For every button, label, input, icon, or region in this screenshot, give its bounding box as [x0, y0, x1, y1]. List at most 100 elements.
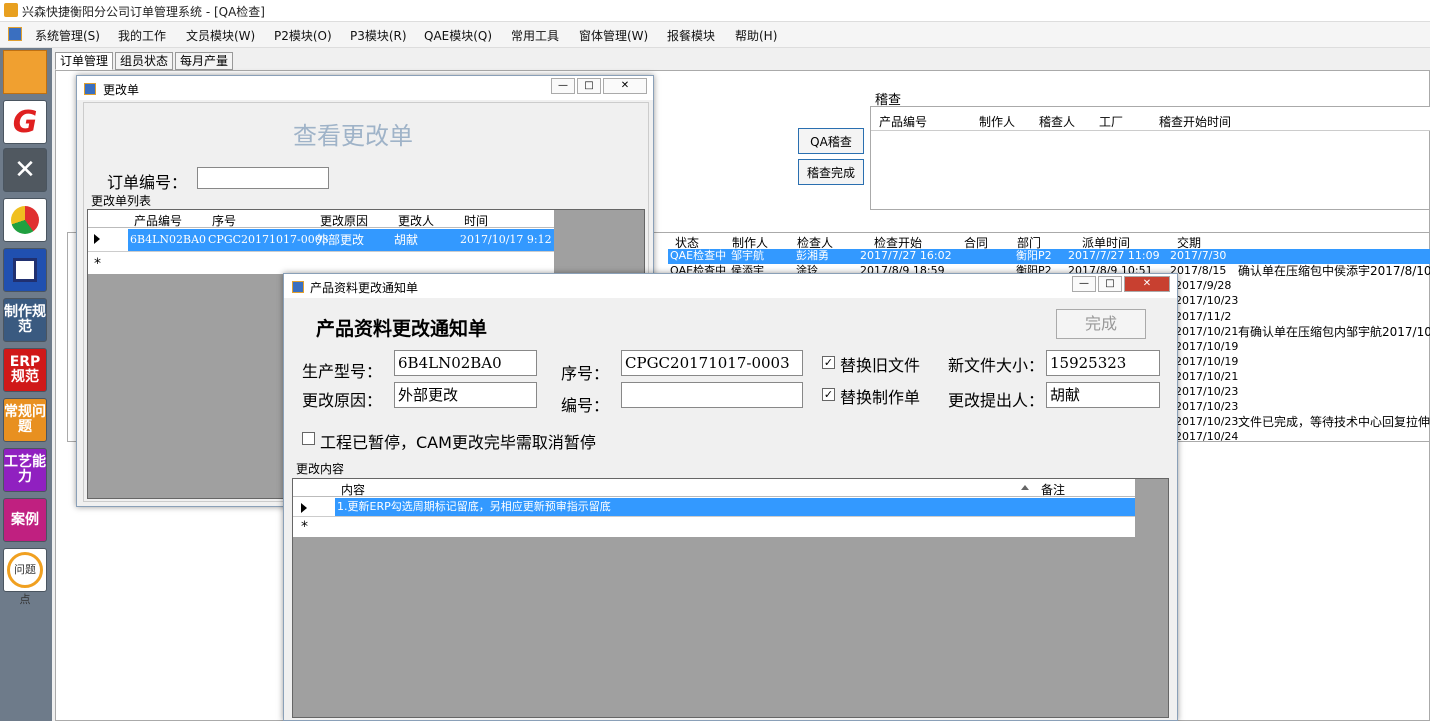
- menu-window[interactable]: 窗体管理(W): [579, 27, 648, 44]
- replace-old-checkbox[interactable]: ✓: [822, 356, 835, 369]
- change-list-label: 更改单列表: [91, 194, 152, 208]
- done-button[interactable]: 完成: [1056, 309, 1146, 339]
- sidebar-item-process[interactable]: 工艺能力: [3, 448, 47, 492]
- window-title: 兴森快捷衡阳分公司订单管理系统 - [QA检查]: [22, 5, 265, 19]
- tools-icon[interactable]: ✕: [3, 148, 47, 192]
- change-window-heading: 查看更改单: [293, 122, 413, 150]
- sidebar-item-issues-label: 问题点: [7, 552, 43, 606]
- row12-note: 文件已完成，等待技术中心回复拉伸: [1238, 415, 1430, 429]
- proposer-input[interactable]: 胡献: [1046, 382, 1160, 408]
- sidebar-item-common[interactable]: 常规问题: [3, 398, 47, 442]
- cl-col-time[interactable]: 时间: [464, 212, 488, 229]
- replace-old-label: 替换旧文件: [840, 356, 921, 375]
- audit-col-product[interactable]: 产品编号: [879, 113, 927, 130]
- sidebar-item-rules[interactable]: 制作规范: [3, 298, 47, 342]
- menu-tools[interactable]: 常用工具: [511, 27, 559, 44]
- audit-col-auditor[interactable]: 稽查人: [1039, 113, 1075, 130]
- change-window-titlebar[interactable]: 更改单 — □ ✕: [77, 76, 653, 100]
- menu-p3[interactable]: P3模块(R): [350, 27, 407, 44]
- minimize-icon[interactable]: —: [1072, 276, 1096, 292]
- row1-due: 2017/7/30: [1170, 249, 1227, 262]
- tab-orders[interactable]: 订单管理: [55, 52, 114, 70]
- notice-window: 产品资料更改通知单 — □ ✕ 产品资料更改通知单 完成 生产型号： 6B4LN…: [283, 273, 1178, 721]
- audit-done-button[interactable]: 稽查完成: [798, 159, 864, 185]
- seq-input[interactable]: CPGC20171017-0003: [621, 350, 803, 376]
- notice-window-title: 产品资料更改通知单: [310, 281, 419, 295]
- maximize-icon[interactable]: □: [1098, 276, 1122, 292]
- number-label: 编号：: [561, 396, 610, 415]
- title-bar: 兴森快捷衡阳分公司订单管理系统 - [QA检查]: [0, 0, 1430, 22]
- cl-row-reason: 外部更改: [316, 233, 365, 247]
- row11-due: 2017/10/23: [1175, 400, 1239, 413]
- chart-icon[interactable]: [3, 198, 47, 242]
- reason-label: 更改原因：: [302, 391, 383, 410]
- sidebar-item-common-label: 常规问题: [4, 404, 46, 435]
- cl-col-product[interactable]: 产品编号: [134, 212, 182, 229]
- cl-col-person[interactable]: 更改人: [398, 212, 434, 229]
- close-icon[interactable]: ✕: [1124, 276, 1170, 292]
- sidebar-item-process-label: 工艺能力: [4, 454, 46, 485]
- seq-label: 序号：: [561, 364, 610, 383]
- mdi-icon[interactable]: [8, 27, 22, 41]
- number-input[interactable]: [621, 382, 803, 408]
- row7-due: 2017/10/19: [1175, 340, 1239, 353]
- tab-monthly[interactable]: 每月产量: [175, 52, 234, 70]
- model-input[interactable]: 6B4LN02BA0: [394, 350, 537, 376]
- audit-grid: 产品编号 制作人 稽查人 工厂 稽查开始时间: [870, 106, 1430, 210]
- reason-input[interactable]: 外部更改: [394, 382, 537, 408]
- audit-col-start[interactable]: 稽查开始时间: [1159, 113, 1231, 130]
- app-icon: [4, 3, 18, 17]
- model-label: 生产型号：: [302, 362, 383, 381]
- sidebar-item-cases[interactable]: 案例: [3, 498, 47, 542]
- row5-due: 2017/11/2: [1175, 310, 1232, 323]
- close-icon[interactable]: ✕: [603, 78, 647, 94]
- cl-col-seq[interactable]: 序号: [212, 212, 236, 229]
- pause-label: 工程已暂停，CAM更改完毕需取消暂停: [320, 433, 596, 452]
- notice-window-titlebar[interactable]: 产品资料更改通知单 — □ ✕: [284, 274, 1177, 298]
- row1-maker: 邹宇航: [731, 249, 764, 262]
- menu-clerk[interactable]: 文员模块(W): [186, 27, 255, 44]
- replace-make-label: 替换制作单: [840, 388, 921, 407]
- pause-checkbox[interactable]: [302, 432, 315, 445]
- menu-meal[interactable]: 报餐模块: [667, 27, 715, 44]
- size-input[interactable]: 15925323: [1046, 350, 1160, 376]
- row4-due: 2017/10/23: [1175, 294, 1239, 307]
- row2-due: 2017/8/15: [1170, 264, 1227, 277]
- row12-due: 2017/10/23: [1175, 415, 1239, 428]
- tab-members[interactable]: 组员状态: [115, 52, 174, 70]
- content-col-content[interactable]: 内容: [341, 481, 365, 498]
- row1-checker: 彭湘勇: [796, 249, 829, 262]
- row1-dispatch: 2017/7/27 11:09: [1068, 249, 1160, 262]
- new-row-marker: *: [94, 256, 101, 272]
- row1-dept: 衡阳P2: [1016, 249, 1052, 262]
- minimize-icon[interactable]: —: [551, 78, 575, 94]
- row8-due: 2017/10/19: [1175, 355, 1239, 368]
- sidebar-item-erp[interactable]: ERP规范: [3, 348, 47, 392]
- menu-help[interactable]: 帮助(H): [735, 27, 777, 44]
- sidebar-item-issues[interactable]: 问题点: [3, 548, 47, 606]
- order-number-input[interactable]: [197, 167, 329, 189]
- row6-due: 2017/10/21: [1175, 325, 1239, 338]
- window-icon: [292, 281, 304, 293]
- save-icon[interactable]: [3, 248, 47, 292]
- row6-note: 有确认单在压缩包内邹宇航2017/10/:: [1238, 325, 1430, 339]
- audit-col-maker[interactable]: 制作人: [979, 113, 1015, 130]
- menu-qae[interactable]: QAE模块(Q): [424, 27, 492, 44]
- logo-g-icon[interactable]: G: [3, 100, 47, 144]
- sidebar-toggle-icons[interactable]: [3, 50, 47, 94]
- sidebar-item-erp-label: ERP规范: [9, 354, 41, 385]
- audit-col-factory[interactable]: 工厂: [1099, 113, 1123, 130]
- menu-p2[interactable]: P2模块(O): [274, 27, 332, 44]
- qa-audit-button[interactable]: QA稽查: [798, 128, 864, 154]
- cl-row-person: 胡献: [394, 233, 419, 247]
- row-pointer-icon: [301, 503, 307, 513]
- content-label: 更改内容: [296, 462, 345, 476]
- sort-up-icon: [1021, 485, 1029, 490]
- cl-col-reason[interactable]: 更改原因: [320, 212, 368, 229]
- menu-system[interactable]: 系统管理(S): [35, 27, 100, 44]
- row2-note: 确认单在压缩包中侯添宇2017/8/10 1: [1238, 264, 1430, 278]
- menu-mywork[interactable]: 我的工作: [118, 27, 166, 44]
- replace-make-checkbox[interactable]: ✓: [822, 388, 835, 401]
- maximize-icon[interactable]: □: [577, 78, 601, 94]
- content-col-note[interactable]: 备注: [1041, 481, 1065, 498]
